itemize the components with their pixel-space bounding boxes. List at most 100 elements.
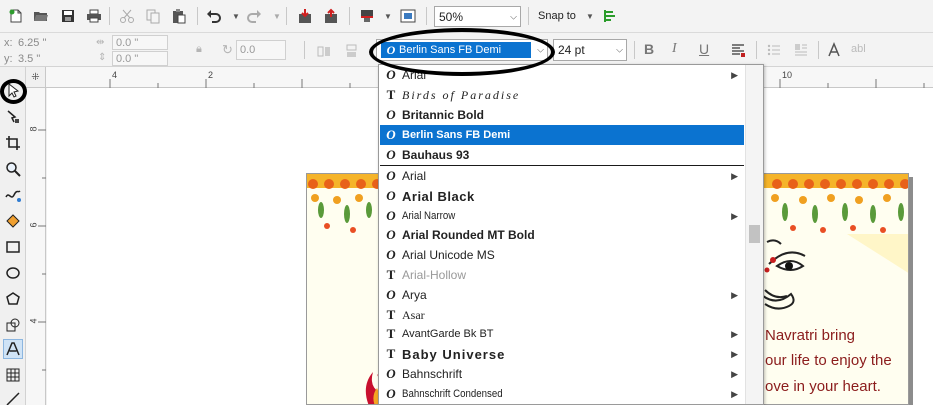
- truetype-icon: T: [386, 326, 396, 341]
- new-document-icon[interactable]: [6, 6, 26, 26]
- font-list-item[interactable]: O Britannic Bold: [380, 105, 744, 125]
- font-family-combo[interactable]: O Berlin Sans FB Demi ⌵: [376, 39, 548, 61]
- undo-icon[interactable]: [204, 6, 224, 26]
- font-list-scrollbar-thumb[interactable]: [749, 225, 760, 243]
- font-list-item[interactable]: T AvantGarde Bk BT ▶: [380, 324, 744, 344]
- font-list-scrollbar[interactable]: [745, 65, 763, 404]
- submenu-arrow-icon: ▶: [731, 210, 738, 221]
- shape-tool-icon[interactable]: [3, 107, 23, 127]
- font-name: Baby Universe: [402, 346, 506, 362]
- font-list-item[interactable]: O Arial Narrow ▶: [380, 206, 744, 226]
- font-name: Arial: [402, 68, 427, 82]
- bold-button[interactable]: B: [644, 41, 654, 57]
- ellipse-tool-icon[interactable]: [3, 263, 23, 283]
- font-family-dropdown[interactable]: O Arial ▶ T Birds of Paradise O Britannic Bold…: [378, 64, 764, 405]
- text-tool-icon[interactable]: [3, 339, 23, 359]
- export-icon[interactable]: [321, 6, 341, 26]
- pick-tool-icon[interactable]: [3, 80, 23, 100]
- font-name: Arial Black: [402, 188, 475, 204]
- rotation-icon: ↻: [222, 42, 233, 57]
- width-icon: ⇹: [96, 37, 105, 48]
- card-text-line[interactable]: Navratri bring: [765, 327, 855, 344]
- snap-dropdown-icon[interactable]: ▼: [586, 12, 594, 21]
- width-field[interactable]: 0.0 ": [112, 35, 168, 50]
- import-icon[interactable]: [295, 6, 315, 26]
- opentype-icon: O: [386, 67, 396, 82]
- submenu-arrow-icon: ▶: [731, 289, 738, 300]
- font-list-item[interactable]: O Arial Black: [380, 186, 744, 206]
- font-name: Bauhaus 93: [402, 148, 470, 162]
- y-label: y:: [4, 53, 13, 65]
- card-text-line[interactable]: ove in your heart.: [765, 378, 881, 395]
- font-list-item[interactable]: T Asar: [380, 305, 744, 325]
- ruler-ticks: [38, 129, 46, 371]
- snap-to-label[interactable]: Snap to: [538, 10, 576, 22]
- bulleted-list-icon[interactable]: [764, 40, 784, 60]
- font-list-item[interactable]: T Arial-Hollow: [380, 265, 744, 285]
- crop-tool-icon[interactable]: [3, 133, 23, 153]
- table-tool-icon[interactable]: [3, 365, 23, 385]
- submenu-arrow-icon: ▶: [731, 368, 738, 379]
- font-list-item[interactable]: O Bauhaus 93: [380, 145, 744, 165]
- basic-shapes-tool-icon[interactable]: [3, 315, 23, 335]
- open-folder-icon[interactable]: [31, 6, 51, 26]
- font-list-item[interactable]: O Arial Unicode MS: [380, 245, 744, 265]
- font-list-item[interactable]: O Arial Rounded MT Bold: [380, 225, 744, 245]
- redo-dropdown-icon[interactable]: ▼: [273, 12, 281, 21]
- rectangle-tool-icon[interactable]: [3, 237, 23, 257]
- font-list-item[interactable]: T Birds of Paradise: [380, 85, 744, 105]
- font-list-item[interactable]: O Arial ▶: [380, 166, 744, 186]
- full-screen-preview-icon[interactable]: [398, 6, 418, 26]
- x-label: x:: [4, 37, 13, 49]
- dimension-tool-icon[interactable]: [3, 389, 23, 405]
- freehand-tool-icon[interactable]: [3, 185, 23, 205]
- rotation-field[interactable]: 0.0: [236, 40, 286, 60]
- mirror-vertical-icon[interactable]: [341, 41, 361, 61]
- font-list-item[interactable]: O Bahnschrift ▶: [380, 364, 744, 384]
- ruler-origin[interactable]: ⁜: [26, 67, 46, 88]
- x-value[interactable]: 6.25 ": [18, 37, 46, 49]
- font-size-combo[interactable]: 24 pt ⌵: [553, 39, 627, 61]
- smart-fill-tool-icon[interactable]: [3, 211, 23, 231]
- zoom-level-combo[interactable]: 50% ⌵: [434, 6, 521, 27]
- text-alignment-icon[interactable]: [728, 40, 748, 60]
- paste-icon[interactable]: [169, 6, 189, 26]
- cut-icon[interactable]: [117, 6, 137, 26]
- font-name: Bahnschrift Condensed: [402, 388, 503, 400]
- publish-dropdown-icon[interactable]: ▼: [384, 12, 392, 21]
- card-text-line[interactable]: our life to enjoy the: [765, 352, 892, 369]
- font-list-item[interactable]: O Arya ▶: [380, 285, 744, 305]
- font-list-item[interactable]: O Arial ▶: [380, 65, 744, 85]
- opentype-icon: O: [386, 208, 396, 223]
- drop-cap-icon[interactable]: [791, 40, 811, 60]
- font-list-item[interactable]: O Bahnschrift Condensed ▶: [380, 384, 744, 404]
- polygon-tool-icon[interactable]: [3, 289, 23, 309]
- font-name: Bahnschrift: [402, 367, 463, 381]
- submenu-arrow-icon: ▶: [731, 348, 738, 359]
- lock-ratio-icon[interactable]: 🔒︎: [196, 43, 202, 56]
- truetype-icon: T: [386, 346, 396, 361]
- opentype-icon: O: [386, 42, 396, 57]
- zoom-tool-icon[interactable]: [3, 159, 23, 179]
- vertical-ruler[interactable]: 8 6 4: [26, 88, 46, 405]
- opentype-icon: O: [386, 107, 396, 122]
- font-list-item[interactable]: O Berlin Sans FB Demi: [380, 125, 744, 145]
- submenu-arrow-icon: ▶: [731, 328, 738, 339]
- height-field[interactable]: 0.0 ": [112, 51, 168, 66]
- italic-button[interactable]: I: [672, 41, 677, 57]
- font-list-item[interactable]: T Baby Universe ▶: [380, 344, 744, 364]
- copy-icon[interactable]: [143, 6, 163, 26]
- mirror-horizontal-icon[interactable]: [314, 41, 334, 61]
- publish-pdf-icon[interactable]: [357, 6, 377, 26]
- print-icon[interactable]: [84, 6, 104, 26]
- redo-icon[interactable]: [244, 6, 264, 26]
- edit-text-button[interactable]: abl: [851, 43, 866, 55]
- undo-dropdown-icon[interactable]: ▼: [232, 12, 240, 21]
- align-guides-icon[interactable]: [600, 6, 620, 26]
- text-properties-icon[interactable]: [825, 40, 845, 60]
- submenu-arrow-icon: ▶: [731, 388, 738, 399]
- save-icon[interactable]: [58, 6, 78, 26]
- underline-button[interactable]: U: [699, 41, 709, 57]
- card-text-block[interactable]: [762, 178, 906, 405]
- y-value[interactable]: 3.5 ": [18, 53, 40, 65]
